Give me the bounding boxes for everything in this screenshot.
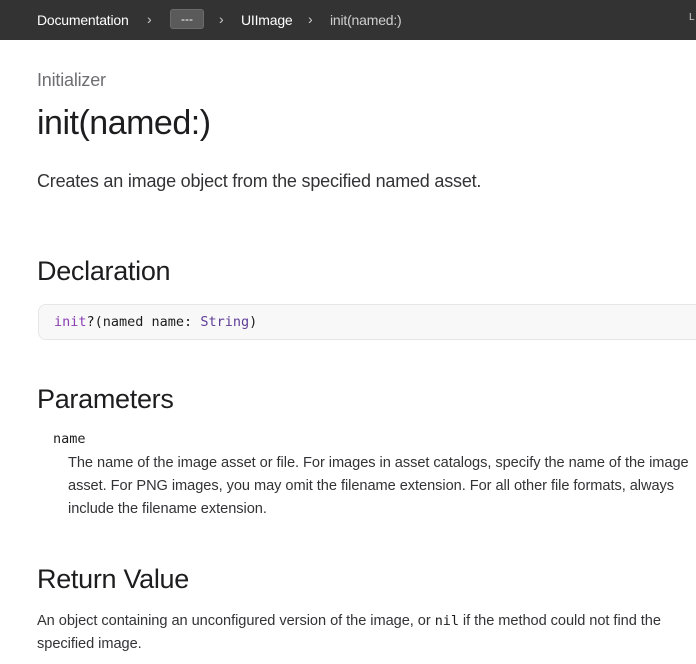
return-text-before: An object containing an unconfigured ver… bbox=[37, 613, 435, 629]
chevron-right-icon: › bbox=[147, 11, 152, 27]
declaration-heading: Declaration bbox=[37, 256, 171, 286]
breadcrumb-documentation[interactable]: Documentation bbox=[37, 11, 129, 29]
code-type[interactable]: String bbox=[200, 314, 249, 330]
code-keyword: init bbox=[54, 314, 87, 330]
return-value-heading: Return Value bbox=[37, 564, 189, 594]
breadcrumb: Documentation › --- › UIImage › init(nam… bbox=[0, 0, 696, 40]
breadcrumb-overflow-button[interactable]: --- bbox=[170, 9, 204, 29]
code-end: ) bbox=[249, 314, 258, 330]
chevron-right-icon: › bbox=[308, 11, 313, 27]
declaration-code-block: init?(named name: String) bbox=[38, 304, 696, 340]
topbar-edge-link[interactable]: L bbox=[689, 12, 695, 23]
breadcrumb-uiimage[interactable]: UIImage bbox=[241, 11, 293, 29]
chevron-right-icon: › bbox=[219, 11, 224, 27]
symbol-kind: Initializer bbox=[37, 70, 106, 90]
parameters-heading: Parameters bbox=[37, 384, 174, 414]
breadcrumb-current: init(named:) bbox=[330, 12, 402, 28]
parameter-description: The name of the image asset or file. For… bbox=[68, 455, 689, 517]
return-value-description: An object containing an unconfigured ver… bbox=[37, 610, 696, 656]
declaration-code: init?(named name: String) bbox=[54, 314, 257, 330]
page-title: init(named:) bbox=[37, 104, 211, 142]
abstract: Creates an image object from the specifi… bbox=[37, 171, 482, 191]
code-params: ?(named name: bbox=[86, 314, 201, 330]
return-code-nil: nil bbox=[434, 613, 459, 629]
parameter-name: name bbox=[53, 431, 86, 447]
